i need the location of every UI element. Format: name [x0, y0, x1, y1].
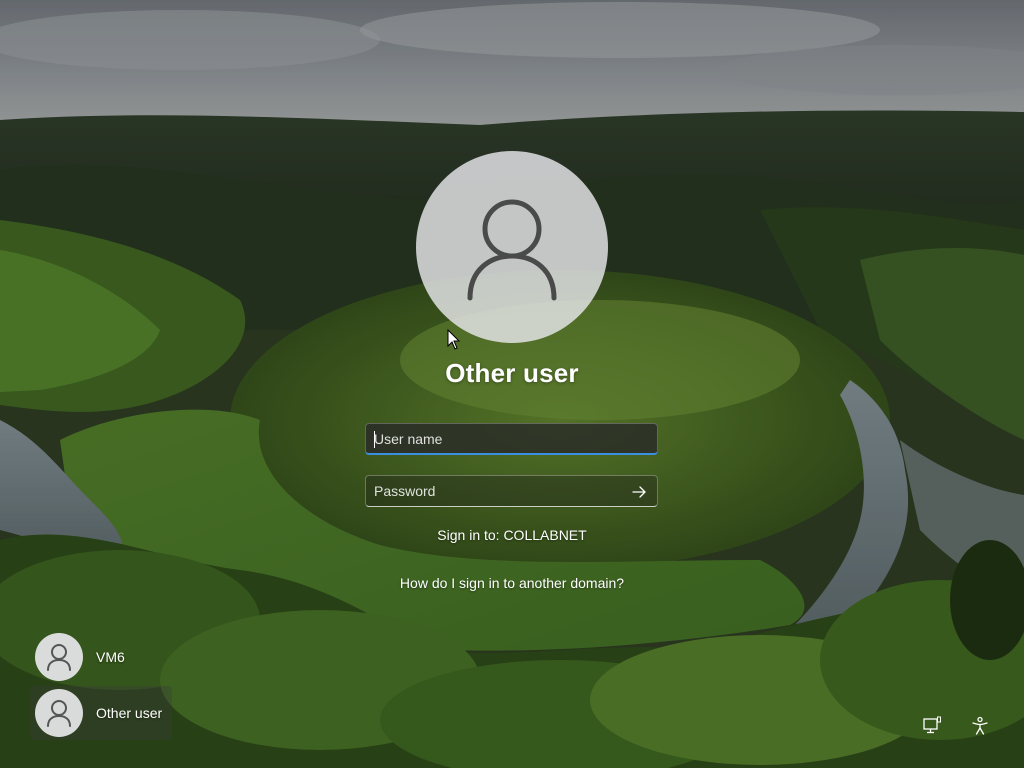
user-avatar: [35, 633, 83, 681]
password-input[interactable]: [366, 476, 657, 506]
text-caret: [374, 431, 375, 448]
submit-arrow-button[interactable]: [629, 482, 649, 502]
user-icon: [47, 644, 71, 671]
user-avatar: [35, 689, 83, 737]
user-tile-vm6[interactable]: VM6: [30, 630, 150, 684]
user-tile-label: VM6: [96, 649, 125, 665]
network-icon: [923, 716, 941, 734]
accessibility-button[interactable]: [968, 714, 992, 738]
network-button[interactable]: [920, 714, 944, 738]
username-field-container[interactable]: [365, 423, 658, 455]
user-avatar-large: [416, 151, 608, 343]
signin-domain-text: Sign in to: COLLABNET: [437, 527, 587, 543]
lock-screen: Other user Sign in to: COLLABNET How do …: [0, 0, 1024, 768]
username-input[interactable]: [366, 424, 657, 453]
password-field-container[interactable]: [365, 475, 658, 507]
accessibility-icon: [972, 716, 988, 735]
arrow-right-icon: [632, 486, 646, 498]
user-icon: [47, 700, 71, 727]
other-domain-help-link[interactable]: How do I sign in to another domain?: [312, 575, 712, 591]
selected-user-name: Other user: [445, 358, 579, 388]
user-icon: [467, 199, 557, 301]
user-tile-other-user[interactable]: Other user: [30, 686, 172, 740]
user-tile-label: Other user: [96, 705, 163, 721]
